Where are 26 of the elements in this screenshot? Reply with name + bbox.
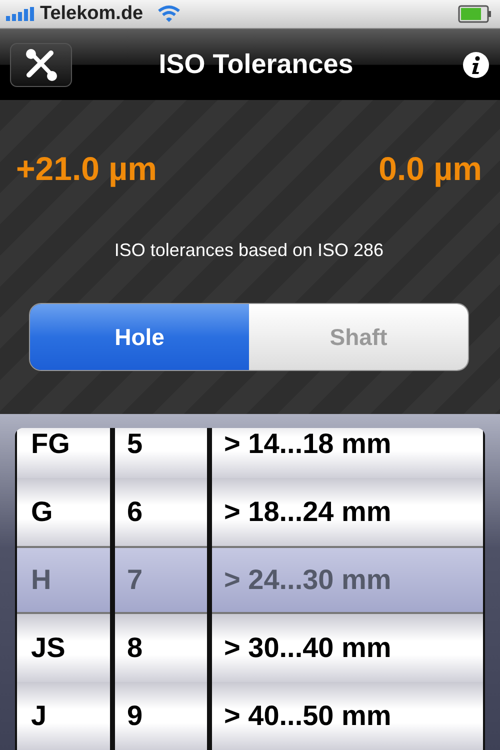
- picker-item[interactable]: > 40...50 mm: [212, 682, 483, 750]
- picker-item[interactable]: JS: [17, 614, 110, 682]
- picker-item[interactable]: G: [17, 478, 110, 546]
- picker-item[interactable]: J: [17, 682, 110, 750]
- screen-title: ISO Tolerances: [158, 49, 354, 80]
- carrier-name: Telekom.de: [40, 2, 144, 25]
- picker-item[interactable]: 7: [115, 546, 207, 614]
- tools-button[interactable]: [10, 42, 72, 87]
- tolerance-value: +21.0 µm: [16, 150, 158, 188]
- picker-item[interactable]: > 30...40 mm: [212, 614, 483, 682]
- standard-note: ISO tolerances based on ISO 286: [114, 240, 384, 262]
- picker-item[interactable]: 9: [115, 682, 207, 750]
- tolerance-value: 0.0 µm: [378, 150, 482, 188]
- wifi-icon: [157, 4, 182, 23]
- picker-item[interactable]: > 18...24 mm: [212, 478, 483, 546]
- picker-item[interactable]: > 14...18 mm: [212, 428, 483, 478]
- battery-icon: [458, 4, 492, 23]
- info-icon[interactable]: [462, 50, 490, 79]
- picker-item[interactable]: 5: [115, 428, 207, 478]
- segment-tab[interactable]: Hole: [30, 304, 249, 370]
- picker-item[interactable]: 6: [115, 478, 207, 546]
- signal-icon: [6, 6, 36, 21]
- picker-item[interactable]: FG: [17, 428, 110, 478]
- picker-item[interactable]: > 24...30 mm: [212, 546, 483, 614]
- picker-item[interactable]: 8: [115, 614, 207, 682]
- picker-item[interactable]: H: [17, 546, 110, 614]
